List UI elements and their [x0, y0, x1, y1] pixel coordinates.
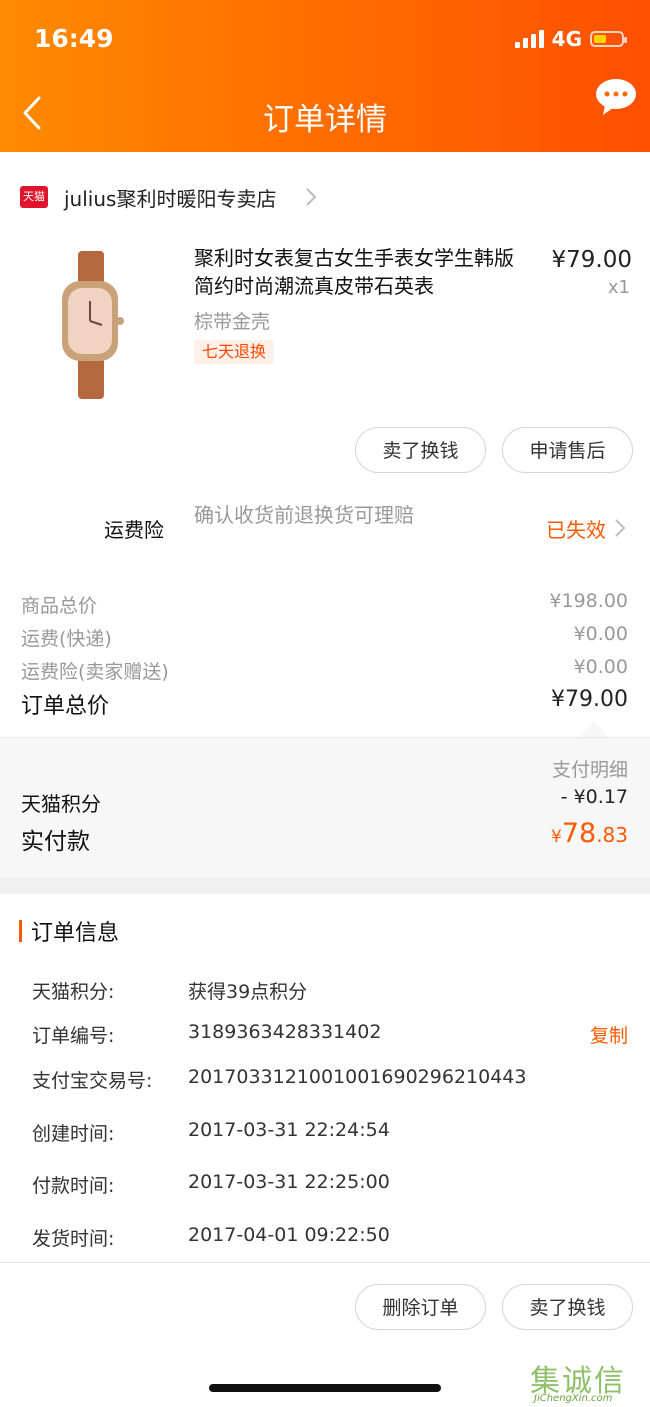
actual-paid-label: 实付款 [21, 829, 90, 855]
insurance-status[interactable]: 已失效 [546, 514, 606, 543]
apply-aftersale-button[interactable]: 申请售后 [502, 427, 633, 473]
product-title[interactable]: 聚利时女表复古女生手表女学生韩版简约时尚潮流真皮带石英表 [194, 244, 524, 300]
paid-decimal: .83 [596, 823, 628, 847]
info-value: 2017-03-31 22:24:54 [188, 1119, 390, 1141]
payment-detail-link[interactable]: 支付明细 [552, 755, 628, 782]
message-more-icon[interactable] [595, 77, 637, 119]
shipping-insurance-desc: 确认收货前退换货可理赔 [194, 503, 414, 527]
battery-icon [590, 31, 627, 47]
product-price: ¥79.00 [551, 247, 632, 273]
network-type: 4G [551, 27, 582, 51]
fee-value: ¥198.00 [549, 590, 628, 612]
page-title: 订单详情 [263, 102, 387, 138]
chevron-right-icon [615, 519, 626, 537]
fee-label: 运费险(卖家赠送) [21, 661, 169, 683]
info-label: 天猫积分: [32, 981, 115, 1003]
fee-label: 运费(快递) [21, 628, 112, 650]
fee-value: ¥0.00 [573, 656, 628, 678]
paid-integer: 78 [561, 818, 597, 849]
product-image[interactable] [52, 251, 132, 399]
return-policy-tag: 七天退换 [194, 340, 275, 364]
sell-for-cash-button[interactable]: 卖了换钱 [355, 427, 486, 473]
tmall-points-value: - ¥0.17 [560, 786, 628, 808]
actual-paid-value: ¥78.83 [551, 818, 628, 849]
info-label: 订单编号: [32, 1025, 115, 1047]
nav-header: 16:49 4G 订单详情 [0, 0, 650, 152]
status-time: 16:49 [34, 24, 114, 53]
order-number: 3189363428331402 [188, 1021, 382, 1043]
order-total-value: ¥79.00 [551, 687, 628, 712]
product-quantity: x1 [607, 277, 630, 298]
paid-currency: ¥ [551, 827, 562, 847]
order-total-label: 订单总价 [21, 694, 110, 719]
fee-label: 商品总价 [21, 595, 98, 617]
section-divider [0, 878, 650, 894]
info-label: 创建时间: [32, 1123, 115, 1145]
shop-name[interactable]: julius聚利时暖阳专卖店 [64, 183, 276, 212]
info-label: 发货时间: [32, 1228, 115, 1250]
order-info-title: 订单信息 [31, 921, 120, 946]
info-value: 2017-03-31 22:25:00 [188, 1171, 390, 1193]
tmall-badge: 天猫 [20, 186, 48, 208]
tmall-points-label: 天猫积分 [21, 792, 101, 816]
signal-icon [514, 30, 544, 48]
alipay-trade-number: 2017033121001001690296210443 [188, 1066, 527, 1088]
footer-divider [0, 1262, 650, 1263]
info-label: 支付宝交易号: [32, 1070, 153, 1092]
info-value: 获得39点积分 [188, 981, 308, 1003]
product-sku: 棕带金壳 [194, 311, 271, 333]
sell-for-cash-button[interactable]: 卖了换钱 [502, 1284, 633, 1330]
home-indicator[interactable] [209, 1384, 441, 1392]
payment-caret [580, 721, 608, 737]
fee-value: ¥0.00 [573, 623, 628, 645]
status-indicators: 4G [514, 27, 627, 51]
delete-order-button[interactable]: 删除订单 [355, 1284, 486, 1330]
info-value: 2017-04-01 09:22:50 [188, 1224, 390, 1246]
chevron-right-icon [306, 188, 317, 206]
watermark-url: JiChengXin.com [534, 1393, 613, 1404]
info-label: 付款时间: [32, 1175, 115, 1197]
shipping-insurance-label: 运费险 [104, 518, 164, 542]
watermark: 集诚信 JiChengXin.com [530, 1356, 642, 1404]
copy-button[interactable]: 复制 [590, 1021, 628, 1048]
section-accent-bar [19, 920, 22, 942]
